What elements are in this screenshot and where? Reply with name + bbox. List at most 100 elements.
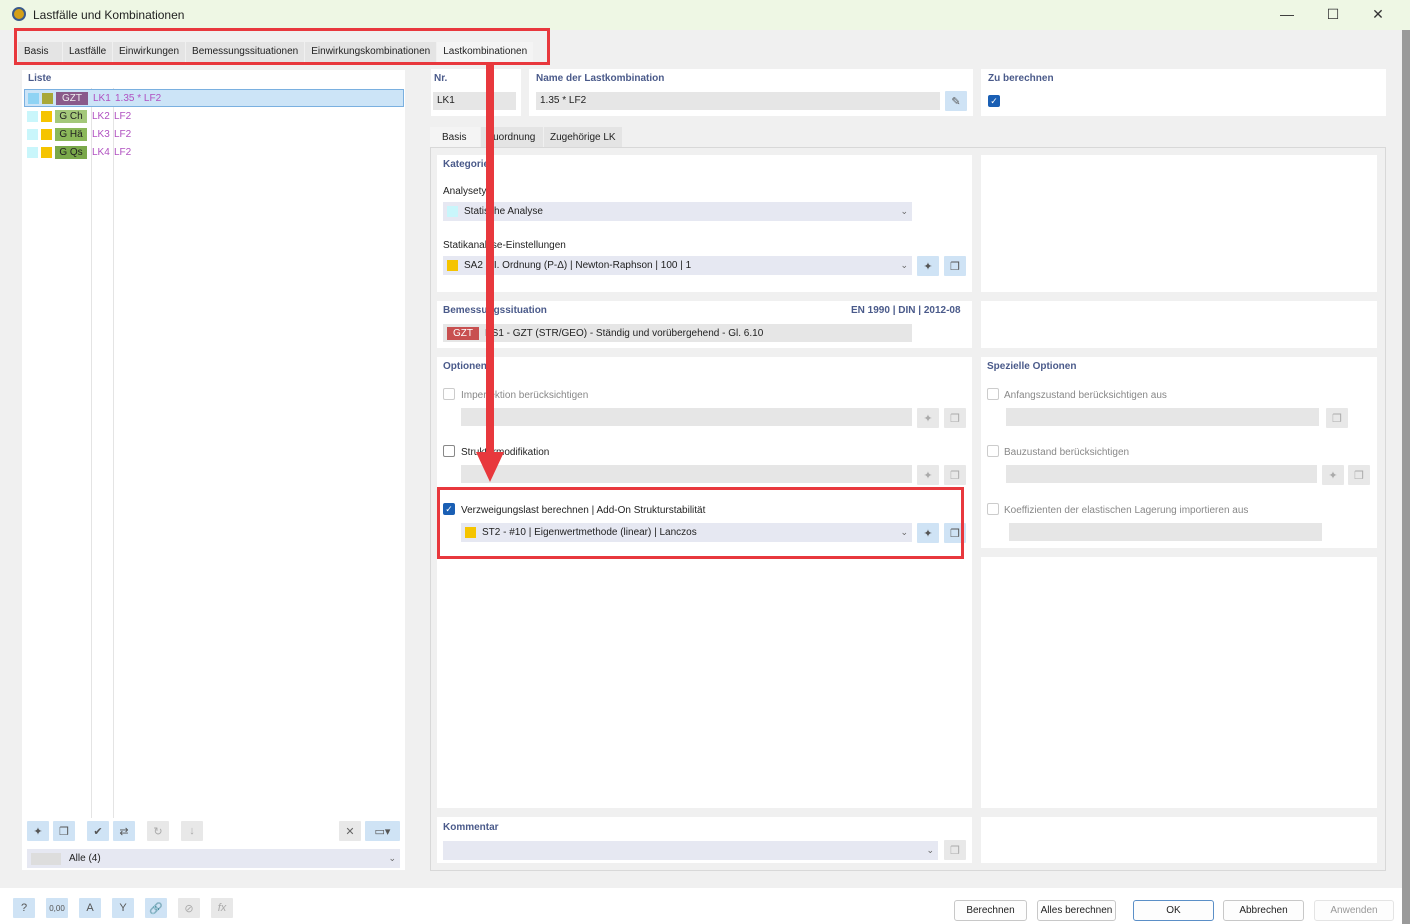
calculate-button[interactable]: Berechnen: [954, 900, 1027, 921]
units-icon[interactable]: 0,00: [46, 898, 68, 918]
analysis-type-select[interactable]: Statische Analyse ⌄: [443, 202, 912, 221]
structure-mod-checkbox[interactable]: [443, 445, 455, 457]
imperfection-label: Imperfektion berücksichtigen: [461, 390, 589, 401]
minimize-button[interactable]: —: [1277, 6, 1297, 22]
tab-lastkombinationen[interactable]: Lastkombinationen: [437, 42, 535, 62]
calculate-all-button[interactable]: Alles berechnen: [1037, 900, 1116, 921]
optionen-heading: Optionen: [443, 361, 487, 372]
analysis-color: [41, 147, 52, 159]
list-item[interactable]: G Hä LK3 LF2: [24, 126, 404, 144]
calc-checkbox[interactable]: ✓: [988, 95, 1000, 107]
subtab-basis[interactable]: Basis: [430, 127, 481, 147]
edit-name-icon[interactable]: ✎: [945, 91, 967, 111]
coefficients-checkbox[interactable]: [987, 503, 999, 515]
main-tabs: Basis Lastfälle Einwirkungen Bemessungss…: [18, 42, 535, 62]
new-imperfection-icon[interactable]: ✦: [917, 408, 939, 428]
new-construction-icon[interactable]: ✦: [1322, 465, 1344, 485]
type-color: [27, 147, 38, 159]
settings-select[interactable]: SA2 | II. Ordnung (P-Δ) | Newton-Raphson…: [443, 256, 912, 275]
renumber-icon[interactable]: ↻: [147, 821, 169, 841]
name-field[interactable]: 1.35 * LF2: [536, 92, 940, 110]
design-situation-field: GZT BS1 - GZT (STR/GEO) - Ständig und vor…: [443, 324, 912, 342]
unlink-icon[interactable]: ⊘: [178, 898, 200, 918]
row-name: LF2: [114, 147, 132, 159]
settings-label: Statikanalyse-Einstellungen: [443, 240, 566, 251]
toggle-check-icon[interactable]: ⇄: [113, 821, 135, 841]
name-label: Name der Lastkombination: [536, 73, 665, 84]
edit-construction-icon[interactable]: ❐: [1348, 465, 1370, 485]
filter-value: Alle (4): [69, 853, 101, 864]
help-icon[interactable]: ?: [13, 898, 35, 918]
tab-einwirkungskombinationen[interactable]: Einwirkungskombinationen: [305, 42, 438, 62]
spezielle-heading: Spezielle Optionen: [987, 361, 1077, 372]
edit-initial-state-icon[interactable]: ❐: [1326, 408, 1348, 428]
edit-stability-icon[interactable]: ❐: [944, 523, 966, 543]
apply-button[interactable]: Anwenden: [1314, 900, 1394, 921]
nr-label: Nr.: [434, 73, 448, 84]
formula-icon[interactable]: fx: [211, 898, 233, 918]
row-nr: LK4: [92, 147, 110, 159]
situation-badge: G Qs: [55, 146, 87, 160]
analysis-color: [41, 110, 52, 122]
row-nr: LK3: [92, 129, 110, 141]
nr-field[interactable]: LK1: [433, 92, 516, 110]
buckling-checkbox[interactable]: ✓: [443, 503, 455, 515]
situation-badge: GZT: [56, 91, 88, 105]
new-settings-icon[interactable]: ✦: [917, 256, 939, 276]
comment-library-icon[interactable]: ❐: [944, 840, 966, 860]
cancel-button[interactable]: Abbrechen: [1223, 900, 1304, 921]
sub-tabs: Basis Zuordnung Zugehörige LK: [430, 127, 623, 147]
title-bar: [0, 0, 1410, 30]
list-item[interactable]: G Qs LK4 LF2: [24, 144, 404, 162]
type-color: [27, 129, 38, 141]
edit-settings-icon[interactable]: ❐: [944, 256, 966, 276]
new-icon[interactable]: ✦: [27, 821, 49, 841]
analysis-type-value: Statische Analyse: [464, 206, 543, 217]
list-item[interactable]: GZT LK1 1.35 * LF2: [24, 89, 404, 107]
new-stability-icon[interactable]: ✦: [917, 523, 939, 543]
norm-label: EN 1990 | DIN | 2012-08: [851, 305, 961, 316]
tab-lastfaelle[interactable]: Lastfälle: [63, 42, 113, 62]
coefficients-label: Koeffizienten der elastischen Lagerung i…: [1004, 505, 1249, 516]
edit-imperfection-icon[interactable]: ❐: [944, 408, 966, 428]
maximize-button[interactable]: ☐: [1323, 6, 1343, 23]
situation-badge: G Ch: [55, 109, 87, 123]
imperfection-checkbox[interactable]: [443, 388, 455, 400]
close-button[interactable]: ✕: [1368, 6, 1388, 23]
display-icon[interactable]: A: [79, 898, 101, 918]
tab-bemessungssituationen[interactable]: Bemessungssituationen: [186, 42, 306, 62]
subtab-zuordnung[interactable]: Zuordnung: [481, 127, 544, 147]
tab-basis[interactable]: Basis: [18, 42, 63, 62]
list-filter-select[interactable]: Alle (4) ⌄: [27, 849, 400, 868]
initial-state-checkbox[interactable]: [987, 388, 999, 400]
comment-input[interactable]: ⌄: [443, 841, 938, 860]
list-item[interactable]: G Ch LK2 LF2: [24, 107, 404, 125]
analysis-color: [42, 92, 53, 104]
buckling-value: ST2 - #10 | Eigenwertmethode (linear) | …: [482, 527, 697, 538]
analysis-color: [41, 129, 52, 141]
edit-structure-mod-icon[interactable]: ❐: [944, 465, 966, 485]
sort-icon[interactable]: ↓: [181, 821, 203, 841]
ok-button[interactable]: OK: [1133, 900, 1214, 921]
construction-stage-checkbox[interactable]: [987, 445, 999, 457]
delete-icon[interactable]: ✕: [339, 821, 361, 841]
list-toolbar: ✦ ❐ ✔ ⇄ ↻ ↓: [27, 821, 203, 841]
calc-label: Zu berechnen: [988, 73, 1054, 84]
initial-state-label: Anfangszustand berücksichtigen aus: [1004, 390, 1167, 401]
buckling-select[interactable]: ST2 - #10 | Eigenwertmethode (linear) | …: [461, 523, 912, 542]
copy-icon[interactable]: ❐: [53, 821, 75, 841]
new-structure-mod-icon[interactable]: ✦: [917, 465, 939, 485]
link-icon[interactable]: 🔗: [145, 898, 167, 918]
row-name: LF2: [114, 110, 132, 122]
analysis-type-label: Analysetyp: [443, 186, 492, 197]
tab-einwirkungen[interactable]: Einwirkungen: [113, 42, 187, 62]
structure-mod-label: Strukturmodifikation: [461, 447, 550, 458]
design-situation-value: BS1 - GZT (STR/GEO) - Ständig und vorübe…: [485, 327, 764, 339]
model-icon[interactable]: Y: [112, 898, 134, 918]
row-nr: LK2: [92, 110, 110, 122]
settings-value: SA2 | II. Ordnung (P-Δ) | Newton-Raphson…: [464, 260, 692, 271]
app-icon: [12, 7, 26, 21]
subtab-zugehoerige-lk[interactable]: Zugehörige LK: [544, 127, 623, 147]
check-all-icon[interactable]: ✔: [87, 821, 109, 841]
view-options-icon[interactable]: ▭▾: [365, 821, 400, 841]
